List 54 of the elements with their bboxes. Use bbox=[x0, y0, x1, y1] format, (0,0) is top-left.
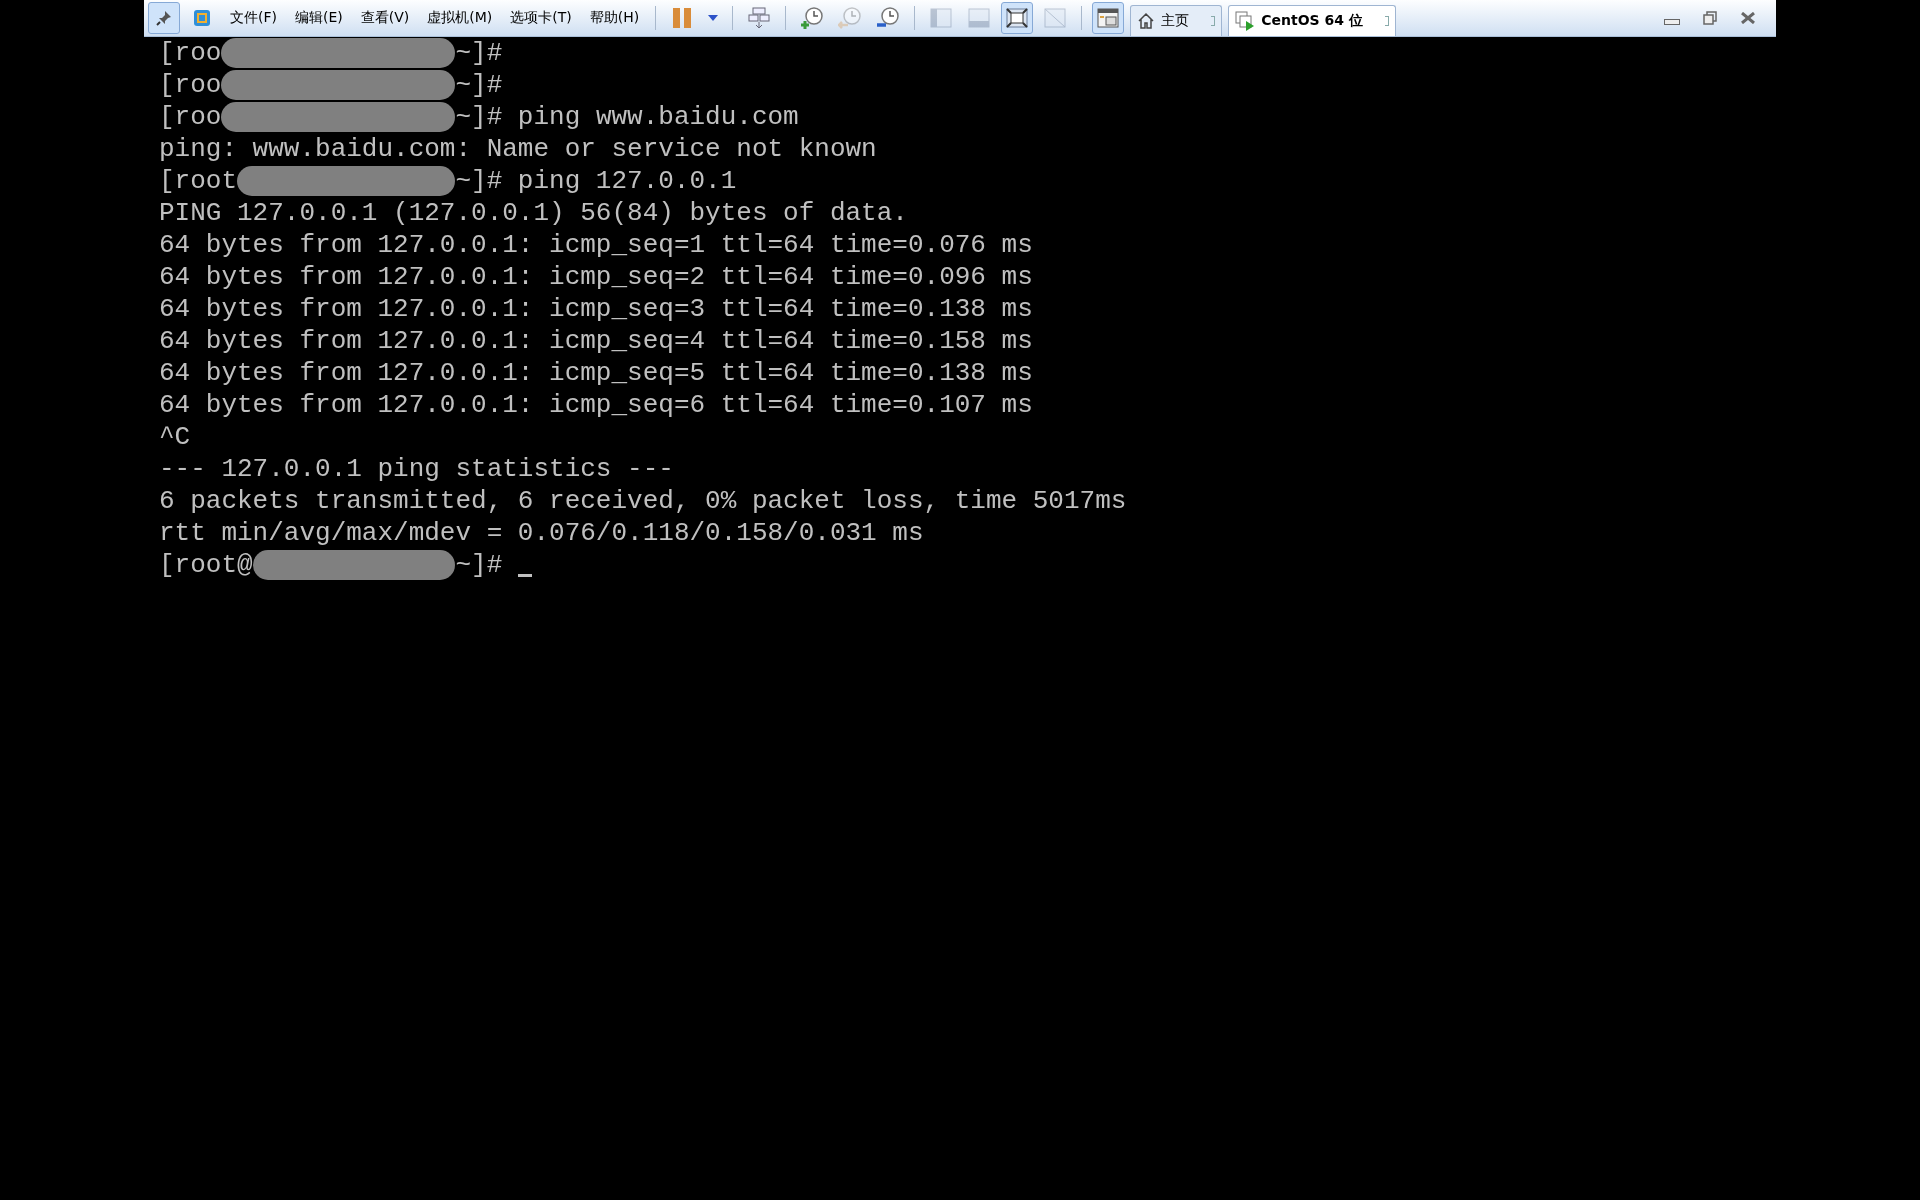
terminal-text: rtt min/avg/max/mdev = 0.076/0.118/0.158/0.031 ms bbox=[159, 517, 924, 549]
pause-icon bbox=[672, 7, 693, 29]
terminal-text: [roo bbox=[159, 37, 222, 69]
terminal-text: ~]# bbox=[455, 37, 503, 69]
terminal-text: 64 bytes from 127.0.0.1: icmp_seq=1 ttl=64 time=0.076 ms bbox=[159, 229, 1033, 261]
terminal-text: 64 bytes from 127.0.0.1: icmp_seq=4 ttl=64 time=0.158 ms bbox=[159, 325, 1033, 357]
keyboard-keys-icon bbox=[748, 7, 771, 29]
menu-item[interactable]: 虚拟机(M) bbox=[421, 9, 499, 27]
tab-grip-icon bbox=[1211, 16, 1216, 26]
restore-icon bbox=[1703, 11, 1717, 25]
terminal-text: 64 bytes from 127.0.0.1: icmp_seq=2 ttl=64 time=0.096 ms bbox=[159, 261, 1033, 293]
close-icon bbox=[1741, 12, 1755, 24]
tab[interactable]: CentOS 64 位 bbox=[1228, 5, 1396, 36]
menu-item[interactable]: 帮助(H) bbox=[583, 9, 646, 27]
terminal-text: --- 127.0.0.1 ping statistics --- bbox=[159, 453, 674, 485]
caret-icon bbox=[708, 15, 719, 21]
toolbar-button[interactable] bbox=[148, 2, 180, 34]
clock-icon bbox=[876, 6, 901, 30]
vm-icon bbox=[1235, 11, 1256, 31]
toolbar-button[interactable] bbox=[1092, 2, 1125, 34]
menu-item[interactable]: 查看(V) bbox=[354, 9, 416, 27]
terminal-text: [root bbox=[159, 165, 237, 197]
tab-label: CentOS 64 位 bbox=[1261, 12, 1364, 30]
clock-icon bbox=[800, 6, 825, 30]
terminal-text: ~]# ping 127.0.0.1 bbox=[455, 165, 737, 197]
terminal-text: 64 bytes from 127.0.0.1: icmp_seq=5 ttl=64 time=0.138 ms bbox=[159, 357, 1033, 389]
terminal-text: ping: www.baidu.com: Name or service not known bbox=[159, 133, 877, 165]
toolbar-button[interactable] bbox=[1001, 2, 1034, 34]
tab-grip-icon bbox=[1384, 16, 1389, 26]
clock-icon bbox=[838, 6, 863, 30]
home-icon bbox=[1137, 12, 1156, 30]
menu-item[interactable]: 选项卡(T) bbox=[504, 9, 578, 27]
terminal-text: ^C bbox=[159, 421, 191, 453]
tab-label: 主页 bbox=[1161, 12, 1191, 30]
terminal-text: [roo bbox=[159, 101, 222, 133]
view-icon bbox=[968, 8, 991, 28]
menu-item[interactable]: 编辑(E) bbox=[289, 9, 349, 27]
view-icon bbox=[930, 8, 953, 28]
terminal-text: 64 bytes from 127.0.0.1: icmp_seq=6 ttl=64 time=0.107 ms bbox=[159, 389, 1033, 421]
menu-item[interactable]: 文件(F) bbox=[224, 9, 283, 27]
window-icon bbox=[1097, 8, 1120, 28]
view-icon bbox=[1044, 8, 1067, 28]
tab[interactable]: 主页 bbox=[1130, 5, 1223, 36]
terminal-text: 64 bytes from 127.0.0.1: icmp_seq=3 ttl=64 time=0.138 ms bbox=[159, 293, 1033, 325]
app-icon bbox=[193, 9, 211, 27]
terminal-text: PING 127.0.0.1 (127.0.0.1) 56(84) bytes of data. bbox=[159, 197, 908, 229]
terminal-text: 6 packets transmitted, 6 received, 0% packet loss, time 5017ms bbox=[159, 485, 1127, 517]
view-icon bbox=[1006, 8, 1029, 28]
terminal-text: ~]# bbox=[455, 549, 503, 581]
terminal-text: [roo bbox=[159, 69, 222, 101]
pin-icon bbox=[155, 9, 173, 27]
terminal-text: [root@ bbox=[159, 549, 253, 581]
terminal-text: ~]# ping www.baidu.com bbox=[455, 101, 799, 133]
terminal-text: ~]# bbox=[455, 69, 503, 101]
